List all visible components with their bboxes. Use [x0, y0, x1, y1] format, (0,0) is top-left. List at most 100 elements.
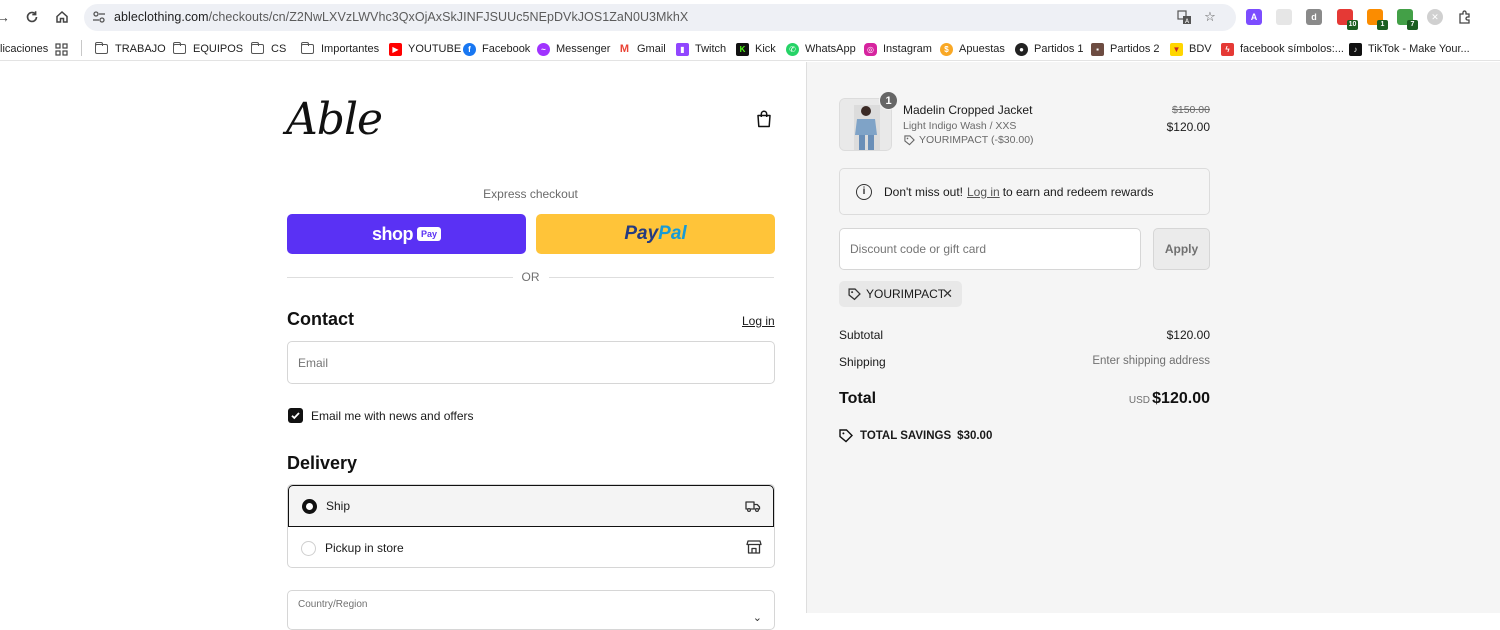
- gmail-icon: M: [618, 42, 631, 56]
- youtube-icon: ▶: [389, 42, 402, 56]
- bookmark-label: Apuestas: [959, 43, 1005, 55]
- rewards-login-link[interactable]: Log in: [967, 185, 1000, 199]
- shop-pay-pill: Pay: [416, 227, 441, 241]
- discount-tag-icon: [904, 134, 915, 145]
- rewards-prefix: Don't miss out!: [884, 184, 963, 199]
- ship-radio[interactable]: [302, 498, 317, 514]
- bookmark-whatsapp[interactable]: ✆ WhatsApp: [786, 41, 856, 57]
- extension-a-icon[interactable]: A: [1246, 9, 1262, 25]
- address-bar[interactable]: ableclothing.com/checkouts/cn/Z2NwLXVzLW…: [84, 4, 1236, 31]
- savings-value: $30.00: [957, 430, 993, 442]
- instagram-icon: ◎: [864, 42, 877, 56]
- extension-x-icon[interactable]: ✕: [1427, 9, 1443, 25]
- bookmark-label: Partidos 2: [1110, 43, 1160, 55]
- apps-grid-icon[interactable]: [55, 41, 68, 57]
- whatsapp-icon: ✆: [786, 42, 799, 56]
- or-label: OR: [521, 270, 540, 284]
- extension-chrome-icon[interactable]: 10: [1337, 9, 1358, 30]
- total-value: $120.00: [1152, 390, 1210, 407]
- bookmark-star-icon[interactable]: ☆: [1202, 9, 1218, 25]
- folder-icon: [172, 42, 186, 54]
- delivery-option-ship[interactable]: Ship: [288, 485, 774, 527]
- delivery-option-pickup[interactable]: Pickup in store: [288, 527, 774, 567]
- bookmark-label: CS: [271, 43, 287, 55]
- pickup-radio[interactable]: [301, 540, 316, 556]
- extension-orange-icon[interactable]: 1: [1367, 9, 1388, 30]
- bookmark-label: licaciones: [0, 43, 49, 55]
- bookmark-tiktok[interactable]: ♪ TikTok - Make Your...: [1349, 41, 1470, 57]
- delivery-method-group: Ship Pickup in store: [287, 484, 775, 568]
- bookmark-messenger[interactable]: ~ Messenger: [537, 41, 610, 57]
- bookmark-apuestas[interactable]: $ Apuestas: [940, 41, 1005, 57]
- newsletter-option[interactable]: Email me with news and offers: [288, 408, 474, 423]
- bookmark-label: TikTok - Make Your...: [1368, 43, 1470, 55]
- info-icon: i: [856, 183, 872, 200]
- paypal-button[interactable]: PayPal: [536, 214, 775, 254]
- folder-icon: [300, 42, 314, 54]
- paypal-wordmark: PayPal: [624, 223, 686, 245]
- original-price: $150.00: [1172, 104, 1210, 116]
- bookmark-label: Kick: [755, 43, 776, 55]
- extensions-puzzle-icon[interactable]: [1457, 9, 1473, 25]
- folder-icon: [250, 42, 264, 54]
- bookmark-cs[interactable]: CS: [250, 41, 287, 57]
- store-icon: [746, 540, 762, 554]
- forward-icon[interactable]: →: [0, 8, 12, 26]
- extension-badge: 1: [1377, 20, 1388, 30]
- bookmark-label: Facebook: [482, 43, 531, 55]
- shipping-row: Shipping Enter shipping address: [839, 355, 1210, 369]
- bookmark-equipos[interactable]: EQUIPOS: [172, 41, 243, 57]
- country-region-label: Country/Region: [298, 599, 368, 610]
- bookmark-importantes[interactable]: Importantes: [300, 41, 380, 57]
- bookmark-facebook-simbolos[interactable]: ϟ facebook símbolos:...: [1221, 41, 1344, 57]
- contact-login-link[interactable]: Log in: [742, 314, 775, 328]
- extension-green-icon[interactable]: 7: [1397, 9, 1418, 30]
- or-divider: OR: [287, 270, 774, 286]
- bookmark-label: Instagram: [883, 43, 932, 55]
- delivery-heading: Delivery: [287, 453, 358, 473]
- apply-discount-button[interactable]: Apply: [1153, 228, 1210, 270]
- bookmark-gmail[interactable]: M Gmail: [618, 41, 666, 57]
- brand-logo[interactable]: Able: [286, 94, 383, 145]
- bookmark-label: facebook símbolos:...: [1240, 43, 1344, 55]
- home-icon[interactable]: [53, 8, 71, 26]
- discounted-price: $120.00: [1166, 120, 1210, 134]
- bookmark-bdv[interactable]: ▼ BDV: [1170, 41, 1212, 57]
- extension-cloud-icon[interactable]: [1276, 9, 1292, 25]
- url-path: /checkouts/cn/Z2NwLXVzLWVhc3QxOjAxSkJINF…: [208, 10, 689, 24]
- soccer-ball-icon: ●: [1015, 42, 1028, 56]
- newsletter-checkbox[interactable]: [288, 408, 303, 423]
- product-variant: Light Indigo Wash / XXS: [903, 120, 1017, 132]
- bookmark-label: Importantes: [321, 43, 380, 55]
- country-region-select[interactable]: Country/Region ⌄: [287, 590, 775, 630]
- extension-d-icon[interactable]: d: [1306, 9, 1322, 25]
- extension-badge: 10: [1347, 20, 1358, 30]
- savings-tag-icon: [839, 429, 853, 443]
- bookmark-label: Partidos 1: [1034, 43, 1084, 55]
- discount-code-input[interactable]: [839, 228, 1141, 270]
- remove-discount-icon[interactable]: ✕: [942, 286, 953, 302]
- site-info-icon[interactable]: [92, 10, 106, 24]
- translate-icon[interactable]: A: [1176, 9, 1192, 25]
- bookmark-apps[interactable]: licaciones: [0, 41, 48, 57]
- url-host: ableclothing.com: [114, 10, 209, 24]
- bookmark-instagram[interactable]: ◎ Instagram: [864, 41, 932, 57]
- twitch-icon: ▮: [676, 42, 689, 56]
- newsletter-label: Email me with news and offers: [311, 408, 474, 423]
- bookmark-label: BDV: [1189, 43, 1212, 55]
- shop-pay-button[interactable]: shop Pay: [287, 214, 526, 254]
- quantity-badge: 1: [879, 91, 898, 110]
- email-input[interactable]: [287, 341, 775, 384]
- bookmark-kick[interactable]: K Kick: [736, 41, 776, 57]
- rewards-notice: i Don't miss out! Log in to earn and red…: [839, 168, 1210, 215]
- tiktok-icon: ♪: [1349, 42, 1362, 56]
- shopping-bag-icon[interactable]: [756, 110, 772, 128]
- bookmark-facebook[interactable]: f Facebook: [463, 41, 530, 57]
- bookmark-trabajo[interactable]: TRABAJO: [94, 41, 166, 57]
- reload-icon[interactable]: [23, 8, 41, 26]
- delivery-option-label: Ship: [326, 499, 351, 513]
- bookmark-twitch[interactable]: ▮ Twitch: [676, 41, 726, 57]
- bookmark-partidos-2[interactable]: ▪ Partidos 2: [1091, 41, 1160, 57]
- bookmark-youtube[interactable]: ▶ YOUTUBE: [389, 41, 461, 57]
- bookmark-partidos-1[interactable]: ● Partidos 1: [1015, 41, 1084, 57]
